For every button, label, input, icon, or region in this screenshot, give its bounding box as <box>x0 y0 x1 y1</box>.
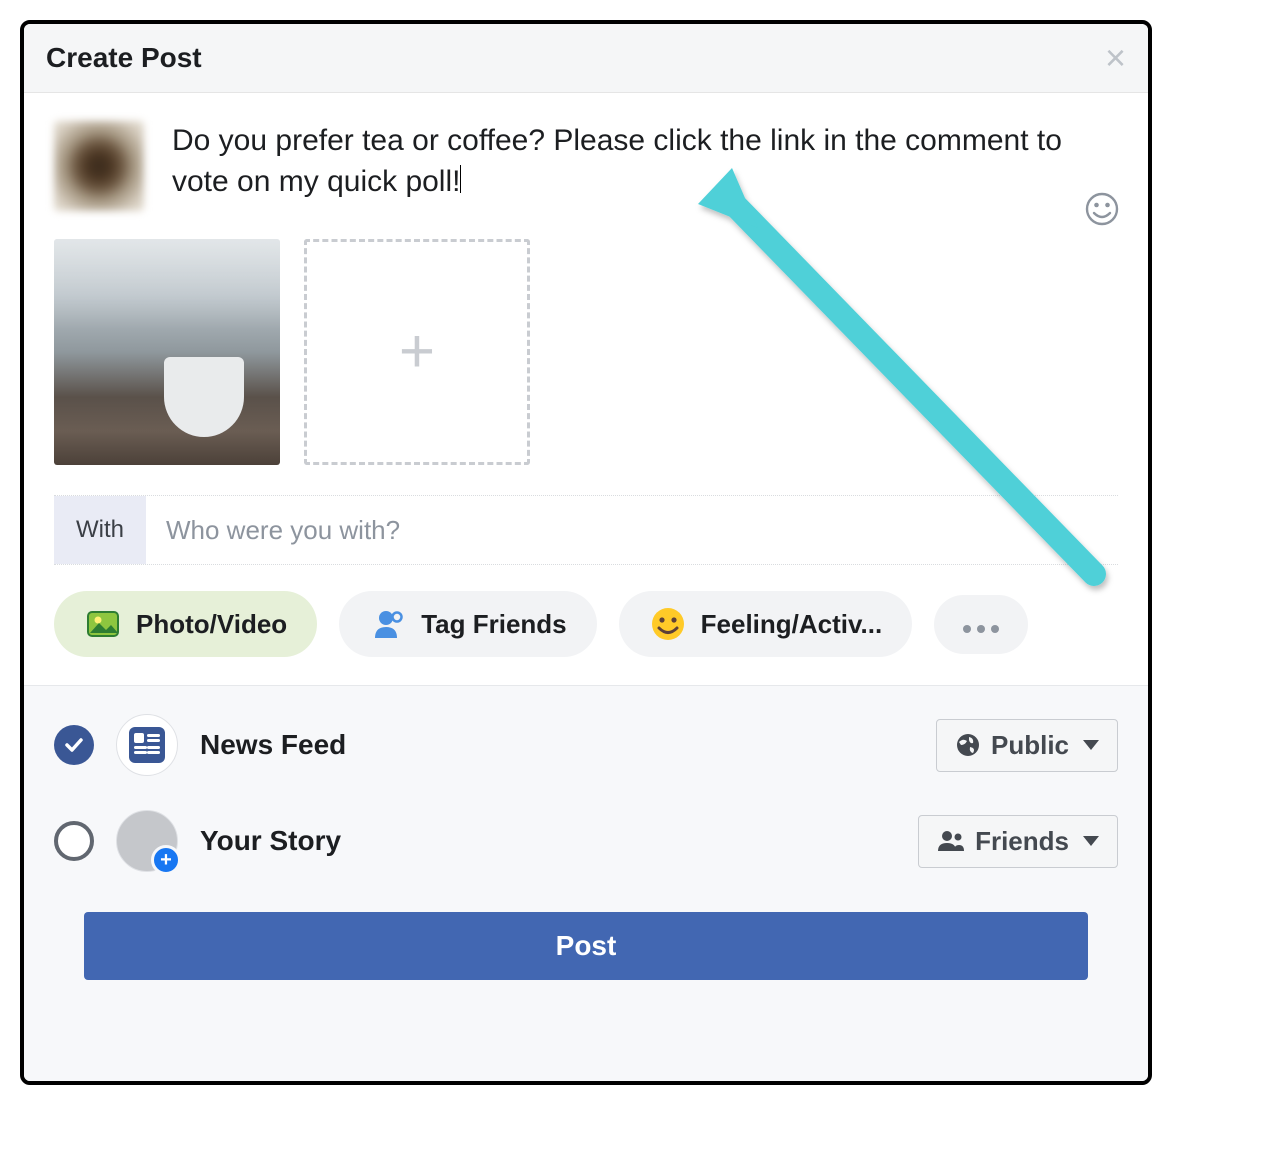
chip-label: Feeling/Activ... <box>701 609 883 640</box>
more-options-chip[interactable] <box>934 595 1028 654</box>
chip-label: Photo/Video <box>136 609 287 640</box>
tag-friends-icon <box>369 605 407 643</box>
post-button[interactable]: Post <box>84 912 1088 980</box>
attached-photo-thumbnail[interactable] <box>54 239 280 465</box>
news-feed-icon <box>129 727 165 763</box>
plus-badge-icon: + <box>151 845 181 875</box>
audience-label: Friends <box>975 826 1069 857</box>
caret-down-icon <box>1083 740 1099 750</box>
destination-your-story: + Your Story Friends <box>54 810 1118 872</box>
ellipsis-icon <box>960 609 1002 640</box>
close-icon[interactable]: × <box>1105 40 1126 76</box>
add-media-button[interactable]: + <box>304 239 530 465</box>
plus-icon: + <box>399 321 435 383</box>
your-story-label: Your Story <box>200 825 896 857</box>
post-button-label: Post <box>556 930 617 961</box>
post-text-value: Do you prefer tea or coffee? Please clic… <box>172 124 1062 198</box>
your-story-audience-selector[interactable]: Friends <box>918 815 1118 868</box>
your-story-radio[interactable] <box>54 821 94 861</box>
media-attachments: + <box>24 221 1148 495</box>
friends-icon <box>937 830 965 852</box>
composer-options: Photo/Video Tag Friends Fee <box>24 565 1148 686</box>
compose-area: Do you prefer tea or coffee? Please clic… <box>24 93 1148 221</box>
smile-icon <box>1084 191 1120 227</box>
audience-label: Public <box>991 730 1069 761</box>
globe-icon <box>955 732 981 758</box>
photo-video-chip[interactable]: Photo/Video <box>54 591 317 657</box>
tag-with-row: With <box>54 495 1118 565</box>
post-text-input[interactable]: Do you prefer tea or coffee? Please clic… <box>172 121 1118 202</box>
text-cursor <box>460 165 461 193</box>
tag-friends-chip[interactable]: Tag Friends <box>339 591 596 657</box>
emoji-picker-button[interactable] <box>1084 191 1120 227</box>
chip-label: Tag Friends <box>421 609 566 640</box>
feeling-icon <box>649 605 687 643</box>
destinations-section: News Feed Public + Your Story <box>24 686 1148 1081</box>
avatar <box>54 121 144 211</box>
titlebar: Create Post × <box>24 24 1148 93</box>
tag-with-input[interactable] <box>146 496 1118 564</box>
news-feed-radio[interactable] <box>54 725 94 765</box>
story-avatar-badge: + <box>116 810 178 872</box>
news-feed-badge <box>116 714 178 776</box>
news-feed-label: News Feed <box>200 729 914 761</box>
dialog-title: Create Post <box>46 42 202 74</box>
with-label: With <box>54 496 146 564</box>
create-post-dialog: Create Post × Do you prefer tea or coffe… <box>20 20 1152 1085</box>
feeling-activity-chip[interactable]: Feeling/Activ... <box>619 591 913 657</box>
photo-icon <box>84 605 122 643</box>
caret-down-icon <box>1083 836 1099 846</box>
destination-news-feed: News Feed Public <box>54 714 1118 776</box>
news-feed-audience-selector[interactable]: Public <box>936 719 1118 772</box>
